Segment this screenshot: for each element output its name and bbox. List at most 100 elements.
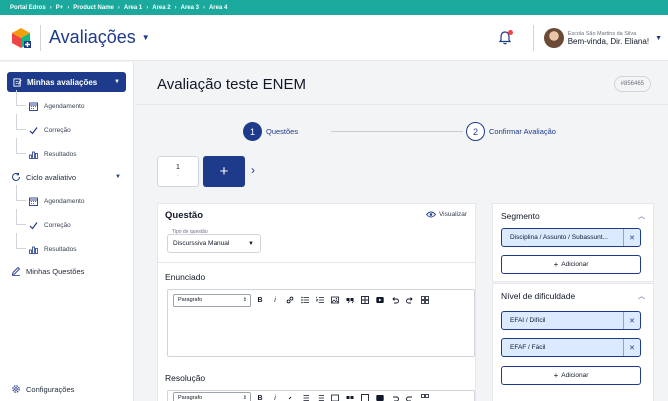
chevron-up-icon[interactable]: ︿ [638,211,645,221]
user-info[interactable]: Escola São Martins da Silva Bem-vinda, D… [568,31,649,46]
check-icon [29,221,38,230]
link-icon[interactable] [284,294,296,306]
quote-icon[interactable] [344,294,356,306]
step-connector [331,131,463,132]
chevron-right-icon[interactable]: › [251,163,255,177]
title-divider [135,104,668,105]
undo-icon[interactable] [389,392,401,401]
sidebar-item-agendamento[interactable]: Agendamento [16,90,126,116]
sidebar-item-correcao[interactable]: Correção [16,209,126,235]
bold-icon[interactable]: B [254,294,266,306]
pencil-icon [11,266,21,276]
breadcrumb-item[interactable]: P+ [56,5,64,11]
paragraph-select-value: Paragrafo [178,395,203,401]
sidebar-item-resultados[interactable]: Resultados [16,138,126,164]
paragraph-select[interactable]: Paragrafo ⇕ [173,293,251,307]
close-icon[interactable]: ✕ [623,312,640,329]
italic-icon[interactable]: i [269,294,281,306]
resolution-editor[interactable]: Paragrafo ⇕ B i [167,390,475,401]
sidebar-item-ciclo-avaliativo[interactable]: Ciclo avaliativo ▼ [11,168,129,186]
question-tab-number: 1 [176,164,180,171]
sidebar-item-label: Agendamento [44,197,85,205]
app-title[interactable]: Avaliações [49,27,136,48]
difficulty-chip: EFAI / Difícil ✕ [501,311,641,330]
avatar[interactable] [543,28,564,48]
breadcrumb-item[interactable]: Area 3 [181,5,199,11]
difficulty-card: Nível de dificuldade ︿ EFAI / Difícil ✕ … [492,283,654,401]
bold-icon[interactable]: B [254,392,266,401]
caret-down-icon: ▼ [248,240,254,247]
button-label: Adicionar [561,261,589,268]
sidebar-item-label: Configurações [26,384,75,394]
visualize-button[interactable]: Visualizar [425,211,467,218]
numbered-list-icon[interactable] [314,294,326,306]
paragraph-select-value: Paragrafo [178,297,203,303]
table-icon[interactable] [359,392,371,401]
sidebar-item-agendamento[interactable]: Agendamento [16,185,126,211]
caret-down-icon: ▼ [114,79,120,85]
sidebar-item-label: Correção [44,126,71,134]
grid-icon[interactable] [419,392,431,401]
add-segment-button[interactable]: + Adicionar [501,255,641,274]
statement-editor[interactable]: Paragrafo ⇕ B i [167,289,475,357]
breadcrumb-item[interactable]: Area 2 [152,5,170,11]
resolution-heading: Resolução [165,373,206,383]
evaluation-code-badge: #856465 [613,76,651,92]
question-heading: Questão [165,210,204,221]
chevron-right-icon: › [146,4,149,11]
caret-down-icon[interactable]: ▼ [655,35,662,42]
quote-icon[interactable] [344,392,356,401]
sidebar-item-minhas-avaliacoes[interactable]: Minhas avaliações ▼ [7,72,126,92]
close-icon[interactable]: ✕ [623,229,640,246]
sidebar-item-configuracoes[interactable]: Configurações [11,384,74,394]
sidebar-item-minhas-questoes[interactable]: Minhas Questões [11,262,129,280]
paragraph-select[interactable]: Paragrafo ⇕ [173,392,251,401]
step-questoes[interactable]: 1 Questões [243,122,298,141]
numbered-list-icon[interactable] [314,392,326,401]
close-icon[interactable]: ✕ [623,339,640,356]
breadcrumb-item[interactable]: Portal Edros [10,5,46,11]
segment-heading: Segmento [501,211,540,221]
grid-icon[interactable] [419,294,431,306]
caret-updown-icon: ⇕ [242,395,247,401]
page-title: Avaliação teste ENEM [157,76,306,93]
breadcrumb-item[interactable]: Product Name [73,5,114,11]
undo-icon[interactable] [389,294,401,306]
bullet-list-icon[interactable] [299,294,311,306]
sidebar-item-resultados[interactable]: Resultados [16,233,126,259]
sidebar-item-label: Minhas Questões [26,266,85,276]
bell-icon[interactable] [497,30,513,46]
step-label: Questões [266,127,299,136]
add-difficulty-button[interactable]: + Adicionar [501,366,641,385]
chevron-right-icon: › [117,4,120,11]
redo-icon[interactable] [404,392,416,401]
segment-card: Segmento ︿ Disciplina / Assunto / Subass… [492,203,654,282]
video-icon[interactable] [374,392,386,401]
bullet-list-icon[interactable] [299,392,311,401]
app-logo-icon[interactable] [10,27,32,49]
question-type-select[interactable]: Discurssiva Manual ▼ [167,234,261,253]
image-icon[interactable] [329,392,341,401]
segment-chip: Disciplina / Assunto / Subassunt... ✕ [501,228,641,247]
step-confirmar-avaliacao[interactable]: 2 Confirmar Avaliação [466,122,556,141]
breadcrumb-item[interactable]: Area 4 [209,5,227,11]
chip-label: EFAI / Difícil [510,317,546,324]
video-icon[interactable] [374,294,386,306]
question-tab-1[interactable]: 1 - [157,156,199,187]
redo-icon[interactable] [404,294,416,306]
link-icon[interactable] [284,392,296,401]
eye-icon [425,211,436,218]
plus-icon: + [553,260,559,269]
chevron-up-icon[interactable]: ︿ [638,291,645,301]
refresh-cycle-icon [12,172,20,181]
add-question-button[interactable]: + [203,156,245,187]
chevron-right-icon: › [67,4,70,11]
image-icon[interactable] [329,294,341,306]
sidebar-item-correcao[interactable]: Correção [16,114,126,140]
italic-icon[interactable]: i [269,392,281,401]
breadcrumb-item[interactable]: Area 1 [124,5,142,11]
caret-down-icon[interactable]: ▼ [142,33,150,42]
tree-connector [16,90,26,106]
tree-connector [16,114,26,130]
table-icon[interactable] [359,294,371,306]
